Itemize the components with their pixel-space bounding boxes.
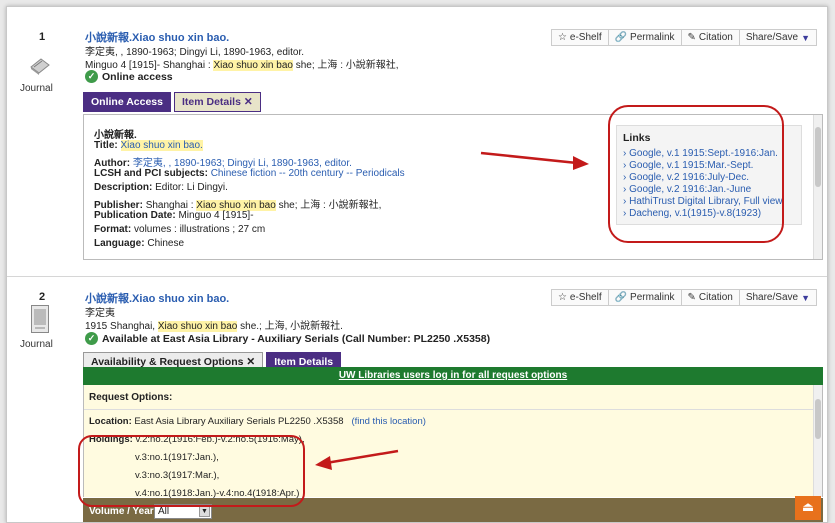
subject-link[interactable]: Chinese fiction -- 20th century -- Perio…: [211, 168, 405, 179]
publication-line: 1915 Shanghai, Xiao shuo xin bao she.; 上…: [85, 321, 343, 332]
chevron-down-icon: ▼: [801, 292, 810, 303]
citation-button[interactable]: ✎ Citation: [682, 30, 740, 45]
details-format: Format: volumes : illustrations ; 27 cm: [94, 224, 266, 235]
link-icon: 🔗: [614, 292, 628, 303]
star-icon: ☆: [557, 292, 567, 303]
request-options-heading: Request Options:: [89, 392, 173, 403]
permalink-button[interactable]: 🔗 Permalink: [609, 290, 682, 305]
annotation-arrow-icon: [315, 449, 399, 470]
volume-year-label: Volume / Year:: [89, 506, 157, 517]
annotation-arrow-icon: [480, 151, 589, 170]
eshelf-button[interactable]: ☆ e-Shelf: [552, 30, 609, 45]
permalink-button[interactable]: 🔗 Permalink: [609, 30, 682, 45]
journal-thumbnail-icon: [29, 53, 51, 75]
login-link[interactable]: UW Libraries users log in for all reques…: [339, 370, 567, 381]
resource-type: Journal: [20, 339, 53, 350]
availability-status[interactable]: ✓ Available at East Asia Library - Auxil…: [85, 332, 490, 345]
find-location-link[interactable]: (find this location): [351, 416, 425, 427]
record-actions: ☆ e-Shelf 🔗 Permalink ✎ Citation Share/Save…: [550, 29, 817, 46]
pencil-icon: ✎: [687, 32, 696, 43]
pencil-icon: ✎: [687, 292, 696, 303]
eshelf-button[interactable]: ☆ e-Shelf: [552, 290, 609, 305]
journal-cover-icon: [31, 305, 49, 333]
chevron-down-icon: ▼: [199, 506, 210, 517]
chevron-down-icon: ▼: [801, 32, 810, 43]
results-frame: 1 Journal 小說新報.Xiao shuo xin bao. 李定夷, ,…: [6, 6, 828, 523]
record-tabs: Online Access Item Details ✕: [83, 92, 261, 112]
link-icon: 🔗: [614, 32, 628, 43]
publication-line: Minguo 4 [1915]- Shanghai : Xiao shuo xi…: [85, 60, 399, 71]
tab-online-access[interactable]: Online Access: [83, 92, 171, 112]
login-banner: UW Libraries users log in for all reques…: [83, 367, 823, 385]
share-save-button[interactable]: Share/Save ▼: [740, 290, 816, 305]
check-icon: ✓: [85, 332, 98, 345]
details-author: Author: 李定夷, , 1890-1963; Dingyi Li, 189…: [94, 158, 352, 169]
check-icon: ✓: [85, 70, 98, 83]
star-icon: ☆: [557, 32, 567, 43]
details-title: Title: Xiao shuo xin bao.: [94, 140, 203, 151]
record-number: 2: [39, 291, 46, 303]
citation-button[interactable]: ✎ Citation: [682, 290, 740, 305]
annotation-oval: [78, 435, 305, 507]
details-description: Description: Editor: Li Dingyi.: [94, 182, 228, 193]
panel-scrollbar[interactable]: [813, 115, 822, 259]
resource-type: Journal: [20, 83, 53, 94]
annotation-oval: [608, 105, 784, 243]
record-actions: ☆ e-Shelf 🔗 Permalink ✎ Citation Share/Save…: [550, 289, 817, 306]
location-row: Location: East Asia Library Auxiliary Se…: [89, 416, 426, 427]
back-to-top-button[interactable]: ⏏: [795, 496, 821, 520]
details-publication-date: Publication Date: Minguo 4 [1915]-: [94, 210, 254, 221]
availability-status[interactable]: ✓ Online access: [85, 70, 173, 83]
details-cjk-title: 小說新報.: [94, 130, 137, 141]
record-number: 1: [39, 31, 46, 43]
eject-icon: ⏏: [801, 499, 815, 514]
tab-item-details[interactable]: Item Details ✕: [173, 92, 261, 112]
details-publisher: Publisher: Shanghai : Xiao shuo xin bao …: [94, 200, 382, 211]
share-save-button[interactable]: Share/Save ▼: [740, 30, 816, 45]
panel-scrollbar[interactable]: [813, 385, 822, 497]
details-subjects: LCSH and PCI subjects: Chinese fiction -…: [94, 168, 405, 179]
details-language: Language: Chinese: [94, 238, 185, 249]
